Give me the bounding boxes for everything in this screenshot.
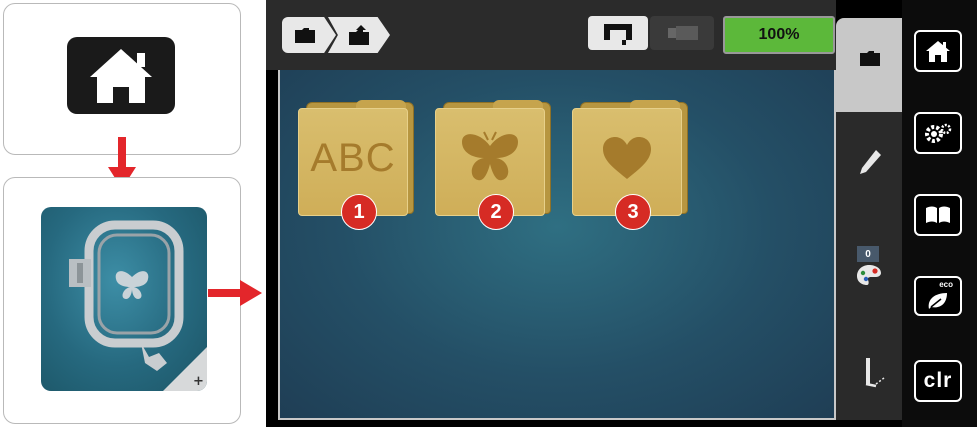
gears-icon (925, 123, 952, 143)
battery-label: 100% (758, 26, 800, 43)
setup-button[interactable] (914, 112, 962, 154)
folder-embroidery-designs[interactable]: 2 (435, 100, 553, 230)
home-icon (926, 41, 950, 62)
machine-memory-button[interactable] (588, 16, 648, 50)
breadcrumb-subfolder-button[interactable] (328, 17, 390, 53)
embroidery-hoop-icon: + (69, 220, 207, 391)
usb-stick-icon (668, 26, 698, 40)
eco-leaf-icon (928, 293, 947, 309)
tutorial-button[interactable] (914, 194, 962, 236)
clear-button[interactable]: clr (914, 360, 962, 402)
embroidery-mode-tile: + (41, 207, 207, 391)
top-bar: 100% (266, 0, 836, 70)
book-icon (926, 206, 950, 223)
heart-icon (603, 137, 651, 179)
breadcrumb-folder-button[interactable] (282, 17, 336, 53)
folder-content-area: ABC 1 2 3 (278, 70, 836, 420)
pencil-icon[interactable] (858, 148, 882, 176)
home-button[interactable] (914, 30, 962, 72)
clear-label: clr (923, 369, 953, 392)
battery-status: 100% (723, 16, 835, 54)
callout-badge: 2 (478, 194, 514, 230)
folder-alphabets[interactable]: ABC 1 (298, 100, 416, 230)
home-button-illustration (67, 37, 175, 114)
folder-personal-designs[interactable]: 3 (572, 100, 690, 230)
color-count-badge: 0 (857, 246, 879, 262)
folder-upload-icon (349, 25, 369, 45)
eco-label: eco (939, 280, 953, 289)
eco-button[interactable]: eco (914, 276, 962, 316)
callout-badge: 1 (341, 194, 377, 230)
butterfly-icon (462, 131, 518, 181)
folder-icon (860, 51, 880, 66)
butterfly-icon (115, 271, 149, 299)
right-arrow-icon (208, 280, 262, 306)
home-icon (90, 49, 152, 103)
usb-memory-button[interactable] (650, 16, 714, 50)
callout-badge: 3 (615, 194, 651, 230)
folder-tab[interactable] (836, 18, 902, 112)
color-palette-icon[interactable] (856, 264, 882, 286)
right-menu-bar: eco clr (902, 0, 977, 427)
svg-text:+: + (193, 374, 204, 389)
needle-icon[interactable] (862, 356, 886, 390)
alphabet-label: ABC (310, 135, 396, 180)
folder-icon (295, 28, 315, 43)
sewing-machine-icon (604, 24, 632, 45)
machine-screen: 100% ABC 1 2 3 0 eco clr (266, 0, 977, 427)
